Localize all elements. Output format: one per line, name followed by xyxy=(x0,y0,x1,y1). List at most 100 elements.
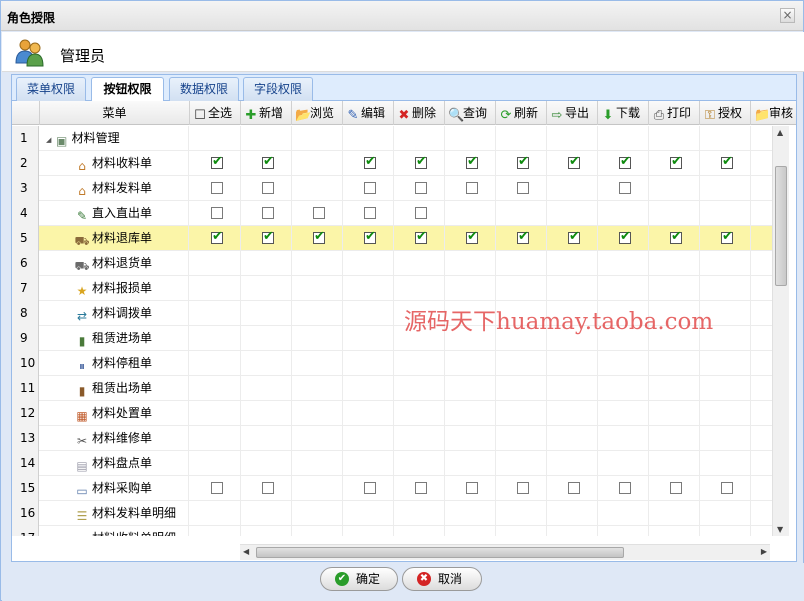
checkbox-unchecked[interactable] xyxy=(619,482,631,494)
column-header-3[interactable]: ✎ 编辑 xyxy=(343,101,394,125)
menu-cell[interactable]: ✂ 材料维修单 xyxy=(40,426,189,451)
menu-cell[interactable]: ✎ 直入直出单 xyxy=(40,201,189,226)
scroll-right-arrow-icon[interactable]: ▶ xyxy=(761,547,767,556)
table-row[interactable]: 10 ⏸ 材料停租单 xyxy=(12,351,772,376)
column-header-7[interactable]: ⇨ 导出 xyxy=(547,101,598,125)
column-header-8[interactable]: ⬇ 下载 xyxy=(598,101,649,125)
checkbox-checked[interactable] xyxy=(364,154,376,169)
column-header-5[interactable]: 🔍查询 xyxy=(445,101,496,125)
menu-cell[interactable]: ⌂ 材料收料单 xyxy=(40,151,189,176)
horizontal-scroll-thumb[interactable] xyxy=(256,547,624,558)
confirm-button[interactable]: ✔ 确定 xyxy=(320,567,398,591)
column-header-11[interactable]: 📁审核 xyxy=(751,101,796,125)
checkbox-unchecked[interactable] xyxy=(466,182,478,194)
column-header-6[interactable]: ⟳ 刷新 xyxy=(496,101,547,125)
table-row[interactable]: 4 ✎ 直入直出单 xyxy=(12,201,772,226)
checkbox-unchecked[interactable] xyxy=(211,207,223,219)
menu-cell[interactable]: ▦ 材料处置单 xyxy=(40,401,189,426)
column-header-9[interactable]: ⎙ 打印 xyxy=(649,101,700,125)
table-row[interactable]: 17☰材料收料单明细 xyxy=(12,526,772,536)
checkbox-checked[interactable] xyxy=(262,229,274,244)
checkbox-unchecked[interactable] xyxy=(313,207,325,219)
checkbox-unchecked[interactable] xyxy=(364,482,376,494)
tree-collapse-icon[interactable]: ◢ xyxy=(46,136,54,144)
checkbox-unchecked[interactable] xyxy=(262,207,274,219)
menu-cell[interactable]: ◢ ▣ 材料管理 xyxy=(40,126,189,151)
checkbox-checked[interactable] xyxy=(313,229,325,244)
checkbox-unchecked[interactable] xyxy=(670,482,682,494)
checkbox-checked[interactable] xyxy=(670,229,682,244)
checkbox-unchecked[interactable] xyxy=(568,482,580,494)
checkbox-checked[interactable] xyxy=(721,229,733,244)
menu-cell[interactable]: ▮ 租赁进场单 xyxy=(40,326,189,351)
checkbox-checked[interactable] xyxy=(466,154,478,169)
checkbox-checked[interactable] xyxy=(211,229,223,244)
table-row[interactable]: 1 ◢ ▣ 材料管理 xyxy=(12,126,772,151)
checkbox-checked[interactable] xyxy=(670,154,682,169)
menu-cell[interactable]: ⇄ 材料调拨单 xyxy=(40,301,189,326)
checkbox-unchecked[interactable] xyxy=(211,482,223,494)
vertical-scrollbar[interactable]: ▲ ▼ xyxy=(772,126,789,536)
menu-cell[interactable]: ⌂ 材料发料单 xyxy=(40,176,189,201)
menu-cell[interactable]: ☰ 材料发料单明细 xyxy=(40,501,189,526)
table-row[interactable]: 13 ✂ 材料维修单 xyxy=(12,426,772,451)
scroll-up-arrow-icon[interactable]: ▲ xyxy=(777,128,783,137)
menu-cell[interactable]: ▤ 材料盘点单 xyxy=(40,451,189,476)
title-bar[interactable]: 角色授限 × xyxy=(1,1,803,31)
tab-data-permissions[interactable]: 数据权限 xyxy=(169,77,239,101)
scroll-left-arrow-icon[interactable]: ◀ xyxy=(243,547,249,556)
checkbox-unchecked[interactable] xyxy=(721,482,733,494)
menu-cell[interactable]: ⛟ 材料退货单 xyxy=(40,251,189,276)
checkbox-unchecked[interactable] xyxy=(415,207,427,219)
menu-cell[interactable]: ⛟ 材料退库单 xyxy=(40,226,189,251)
table-row[interactable]: 3 ⌂ 材料发料单 xyxy=(12,176,772,201)
vertical-scroll-thumb[interactable] xyxy=(775,166,787,286)
checkbox-unchecked[interactable] xyxy=(517,182,529,194)
menu-cell[interactable]: ★ 材料报损单 xyxy=(40,276,189,301)
tab-menu-permissions[interactable]: 菜单权限 xyxy=(16,77,86,101)
table-row[interactable]: 7 ★ 材料报损单 xyxy=(12,276,772,301)
checkbox-checked[interactable] xyxy=(517,154,529,169)
checkbox-unchecked[interactable] xyxy=(364,207,376,219)
column-header-2[interactable]: 📂浏览 xyxy=(292,101,343,125)
menu-cell[interactable]: ▮ 租赁出场单 xyxy=(40,376,189,401)
checkbox-checked[interactable] xyxy=(517,229,529,244)
checkbox-checked[interactable] xyxy=(415,154,427,169)
table-row[interactable]: 6 ⛟ 材料退货单 xyxy=(12,251,772,276)
checkbox-checked[interactable] xyxy=(568,154,580,169)
checkbox-checked[interactable] xyxy=(721,154,733,169)
table-row[interactable]: 5 ⛟ 材料退库单 xyxy=(12,226,772,251)
checkbox-unchecked[interactable] xyxy=(517,482,529,494)
checkbox-checked[interactable] xyxy=(262,154,274,169)
table-row[interactable]: 15 ▭ 材料采购单 xyxy=(12,476,772,501)
checkbox-unchecked[interactable] xyxy=(211,182,223,194)
checkbox-checked[interactable] xyxy=(568,229,580,244)
checkbox-unchecked[interactable] xyxy=(262,182,274,194)
checkbox-checked[interactable] xyxy=(619,229,631,244)
column-header-10[interactable]: ⚿ 授权 xyxy=(700,101,751,125)
table-row[interactable]: 2 ⌂ 材料收料单 xyxy=(12,151,772,176)
close-button[interactable]: × xyxy=(780,8,795,23)
tab-button-permissions[interactable]: 按钮权限 xyxy=(91,77,164,102)
checkbox-checked[interactable] xyxy=(619,154,631,169)
checkbox-checked[interactable] xyxy=(415,229,427,244)
checkbox-unchecked[interactable] xyxy=(415,182,427,194)
checkbox-unchecked[interactable] xyxy=(262,482,274,494)
checkbox-unchecked[interactable] xyxy=(415,482,427,494)
column-header-1[interactable]: ✚ 新增 xyxy=(241,101,292,125)
checkbox-unchecked[interactable] xyxy=(466,482,478,494)
cancel-button[interactable]: ✖ 取消 xyxy=(402,567,482,591)
column-header-0[interactable]: ☐ 全选 xyxy=(190,101,241,125)
table-row[interactable]: 12 ▦ 材料处置单 xyxy=(12,401,772,426)
menu-cell[interactable]: ⏸ 材料停租单 xyxy=(40,351,189,376)
table-row[interactable]: 14 ▤ 材料盘点单 xyxy=(12,451,772,476)
scroll-down-arrow-icon[interactable]: ▼ xyxy=(777,525,783,534)
horizontal-scrollbar[interactable]: ◀ ▶ xyxy=(240,544,770,560)
checkbox-unchecked[interactable] xyxy=(619,182,631,194)
checkbox-checked[interactable] xyxy=(364,229,376,244)
column-header-4[interactable]: ✖ 删除 xyxy=(394,101,445,125)
checkbox-checked[interactable] xyxy=(211,154,223,169)
checkbox-unchecked[interactable] xyxy=(364,182,376,194)
menu-cell[interactable]: ☰材料收料单明细 xyxy=(40,526,189,536)
table-row[interactable]: 16 ☰ 材料发料单明细 xyxy=(12,501,772,526)
